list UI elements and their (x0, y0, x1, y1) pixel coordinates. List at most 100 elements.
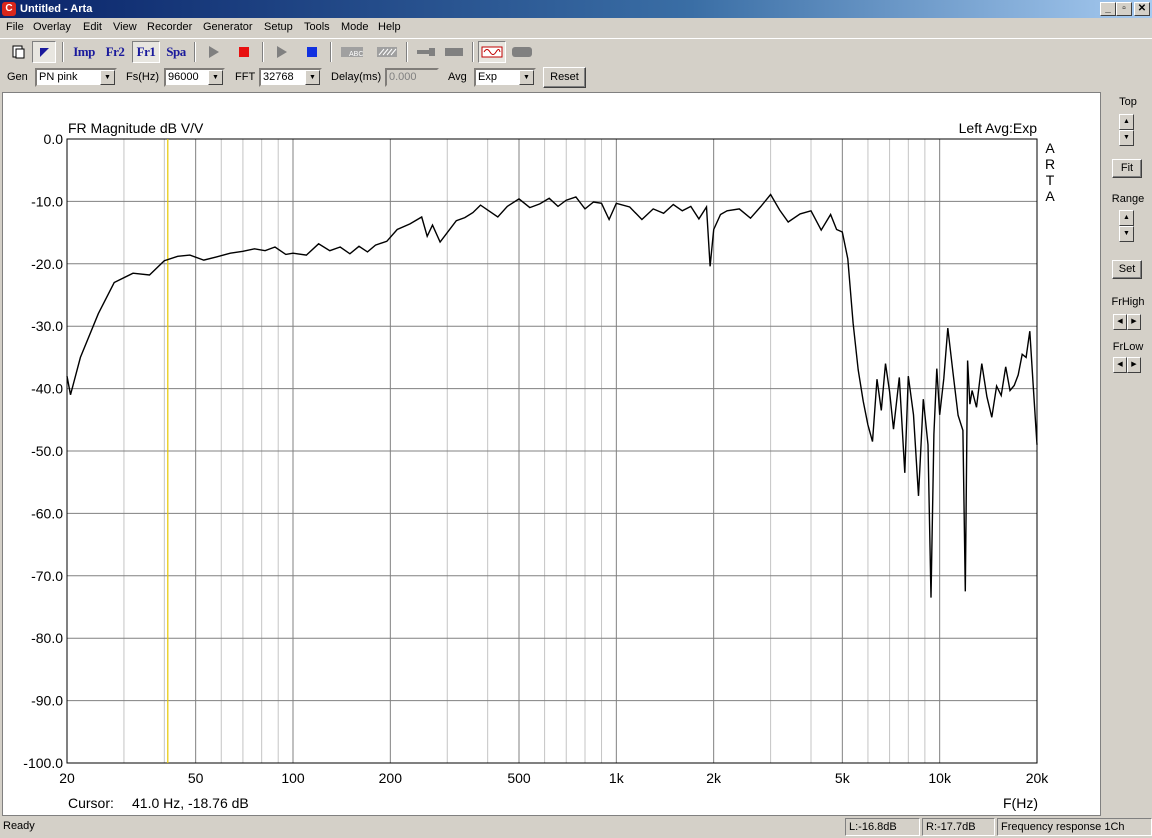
y-tick-label: -60.0 (31, 505, 63, 521)
menu-recorder[interactable]: Recorder (147, 21, 192, 33)
minimize-button[interactable]: _ (1100, 2, 1116, 16)
watermark-letter: R (1045, 156, 1055, 172)
y-tick-label: -100.0 (23, 755, 63, 771)
generator-select[interactable]: PN pink ▼ (35, 68, 117, 87)
reset-button[interactable]: Reset (543, 67, 586, 88)
arta-icon[interactable]: C (2, 2, 16, 16)
close-button[interactable]: ✕ (1134, 2, 1150, 16)
mode-readout: Frequency response 1Ch (997, 818, 1152, 836)
cursor-mode-icon[interactable] (32, 41, 56, 63)
menu-help[interactable]: Help (378, 21, 401, 33)
x-axis-unit: F(Hz) (1003, 795, 1038, 811)
y-tick-label: -50.0 (31, 443, 63, 459)
frhigh-label: FrHigh (1111, 296, 1145, 308)
menu-overlay[interactable]: Overlay (33, 21, 71, 33)
x-tick-label: 1k (609, 770, 625, 786)
range-down-spin[interactable]: ▼ (1119, 226, 1134, 242)
x-tick-labels: 20 50 100 200 500 1k 2k 5k 10k 20k (59, 770, 1049, 786)
x-tick-label: 100 (281, 770, 305, 786)
y-tick-label: -40.0 (31, 381, 63, 397)
abc-icon[interactable]: ABC (338, 41, 366, 63)
status-bar: Ready L:-16.8dB R:-17.7dB Frequency resp… (0, 817, 1152, 838)
y-tick-labels: 0.0 -10.0 -20.0 -30.0 -40.0 -50.0 -60.0 -70.0 -8… (23, 131, 63, 771)
status-ready: Ready (3, 820, 35, 832)
y-tick-label: -10.0 (31, 193, 63, 209)
menu-view[interactable]: View (113, 21, 137, 33)
y-tick-label: -90.0 (31, 693, 63, 709)
delay-label: Delay(ms) (331, 71, 382, 83)
x-tick-label: 2k (706, 770, 722, 786)
fit-button[interactable]: Fit (1112, 159, 1142, 178)
title-bar: C Untitled - Arta _ ▫ ✕ (0, 0, 1152, 18)
fr1-mode-button[interactable]: Fr1 (132, 41, 160, 63)
set-button[interactable]: Set (1112, 260, 1142, 279)
channel-info: Left Avg:Exp (959, 120, 1038, 136)
cursor-label: Cursor: (68, 795, 114, 811)
chart-grid (66, 138, 1038, 764)
y-tick-label: -20.0 (31, 256, 63, 272)
chevron-down-icon[interactable]: ▼ (208, 70, 223, 85)
top-up-spin[interactable]: ▲ (1119, 114, 1134, 130)
range-label: Range (1111, 193, 1145, 205)
left-level-readout: L:-16.8dB (845, 818, 920, 836)
chevron-down-icon[interactable]: ▼ (519, 70, 534, 85)
watermark-letter: A (1045, 188, 1055, 204)
frlow-label: FrLow (1112, 341, 1144, 353)
generator-wave-icon[interactable] (478, 41, 506, 63)
control-bar: Gen PN pink ▼ Fs(Hz) 96000 ▼ FFT 32768 ▼… (0, 64, 1152, 90)
fft-size-select[interactable]: 32768 ▼ (259, 68, 322, 87)
stop-icon[interactable] (232, 41, 256, 63)
svg-text:ABC: ABC (349, 51, 363, 58)
x-tick-label: 10k (928, 770, 952, 786)
level-icon[interactable] (509, 41, 535, 63)
x-tick-label: 200 (379, 770, 403, 786)
avg-label: Avg (448, 71, 467, 83)
play-icon[interactable] (201, 41, 225, 63)
menu-tools[interactable]: Tools (304, 21, 330, 33)
averaging-select[interactable]: Exp ▼ (474, 68, 536, 87)
menu-mode[interactable]: Mode (341, 21, 369, 33)
chevron-down-icon[interactable]: ▼ (100, 70, 115, 85)
series-line (66, 193, 1038, 598)
meter-icon[interactable] (442, 41, 466, 63)
window-title: Untitled - Arta (20, 3, 93, 15)
spa-mode-button[interactable]: Spa (162, 41, 190, 63)
frequency-response-chart[interactable]: 0.0 -10.0 -20.0 -30.0 -40.0 -50.0 -60.0 -70.0 -8… (3, 93, 1102, 817)
frhigh-left-spin[interactable]: ◀ (1113, 314, 1127, 330)
menu-generator[interactable]: Generator (203, 21, 253, 33)
y-tick-label: -70.0 (31, 568, 63, 584)
menu-bar: File Overlay Edit View Recorder Generato… (0, 18, 1152, 38)
x-tick-label: 500 (507, 770, 531, 786)
menu-file[interactable]: File (6, 21, 24, 33)
sample-rate-select[interactable]: 96000 ▼ (164, 68, 225, 87)
y-tick-label: -80.0 (31, 630, 63, 646)
gen-label: Gen (7, 71, 28, 83)
cursor-readout: 41.0 Hz, -18.76 dB (132, 795, 249, 811)
menu-setup[interactable]: Setup (264, 21, 293, 33)
side-panel: Top ▲ ▼ Fit Range ▲ ▼ Set FrHigh ◀ ▶ FrL… (1104, 92, 1152, 816)
fr2-mode-button[interactable]: Fr2 (101, 41, 129, 63)
chevron-down-icon[interactable]: ▼ (305, 70, 320, 85)
y-tick-label: 0.0 (44, 131, 64, 147)
watermark-letter: T (1046, 172, 1055, 188)
delay-input[interactable]: 0.000 (385, 68, 439, 87)
plot-area[interactable]: 0.0 -10.0 -20.0 -30.0 -40.0 -50.0 -60.0 -70.0 -8… (2, 92, 1101, 816)
maximize-button[interactable]: ▫ (1116, 2, 1132, 16)
menu-edit[interactable]: Edit (83, 21, 102, 33)
imp-mode-button[interactable]: Imp (70, 41, 98, 63)
toolbar: Imp Fr2 Fr1 Spa ABC (0, 38, 1152, 64)
range-up-spin[interactable]: ▲ (1119, 210, 1134, 226)
top-down-spin[interactable]: ▼ (1119, 130, 1134, 146)
probe-icon[interactable] (412, 41, 440, 63)
stop-generator-icon[interactable] (300, 41, 324, 63)
frlow-left-spin[interactable]: ◀ (1113, 357, 1127, 373)
play-generator-icon[interactable] (269, 41, 293, 63)
right-level-readout: R:-17.7dB (922, 818, 995, 836)
calibrate-icon[interactable] (373, 41, 401, 63)
new-file-icon[interactable] (6, 41, 30, 63)
x-tick-label: 20 (59, 770, 75, 786)
frhigh-right-spin[interactable]: ▶ (1127, 314, 1141, 330)
frlow-right-spin[interactable]: ▶ (1127, 357, 1141, 373)
arta-watermark: ARTA (1045, 140, 1055, 204)
x-tick-label: 50 (188, 770, 204, 786)
